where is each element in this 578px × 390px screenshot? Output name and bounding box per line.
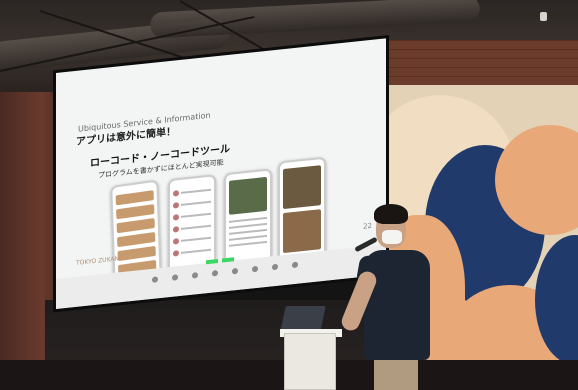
- app-card: [116, 217, 155, 234]
- conference-photo: Ubiquitous Service & Information アプリは意外に…: [0, 0, 578, 390]
- list-avatar: [173, 214, 179, 221]
- text-line: [229, 216, 267, 223]
- face-mask: [382, 230, 402, 244]
- list-avatar: [173, 238, 179, 245]
- app-photo: [283, 209, 321, 254]
- list-line: [181, 188, 211, 194]
- speaker-hair: [374, 204, 408, 224]
- toolbar-icon: [212, 269, 218, 277]
- list-line: [181, 236, 211, 242]
- active-speaker-indicator: [206, 258, 218, 265]
- list-line: [181, 212, 211, 218]
- podium: [284, 333, 336, 390]
- list-avatar: [173, 250, 179, 257]
- projection-screen: Ubiquitous Service & Information アプリは意外に…: [56, 38, 386, 309]
- list-line: [181, 248, 211, 254]
- text-line: [229, 222, 267, 229]
- spotlight: [540, 12, 547, 21]
- app-photo: [283, 165, 321, 210]
- toolbar-icon: [272, 263, 278, 271]
- toolbar-icon: [172, 274, 178, 281]
- list-avatar: [173, 202, 179, 209]
- toolbar-icon: [152, 276, 158, 283]
- list-avatar: [173, 226, 179, 233]
- text-line: [229, 240, 267, 247]
- list-avatar: [173, 190, 179, 197]
- toolbar-icon: [232, 267, 238, 275]
- speaker: [339, 198, 442, 390]
- text-line: [229, 234, 267, 241]
- app-card: [117, 245, 156, 262]
- toolbar-icon: [252, 265, 258, 273]
- app-card: [115, 190, 154, 206]
- speaker-pants: [374, 360, 418, 390]
- toolbar-icon: [192, 272, 198, 279]
- app-card: [116, 204, 155, 220]
- text-line: [229, 228, 267, 235]
- list-line: [181, 224, 211, 230]
- toolbar-icon: [292, 261, 298, 269]
- list-line: [181, 200, 211, 206]
- microphone: [354, 236, 378, 253]
- phone-mockup: [278, 156, 326, 264]
- app-photo: [229, 176, 267, 215]
- active-speaker-indicator: [222, 257, 234, 263]
- app-card: [117, 231, 156, 248]
- ceiling-duct: [149, 0, 481, 39]
